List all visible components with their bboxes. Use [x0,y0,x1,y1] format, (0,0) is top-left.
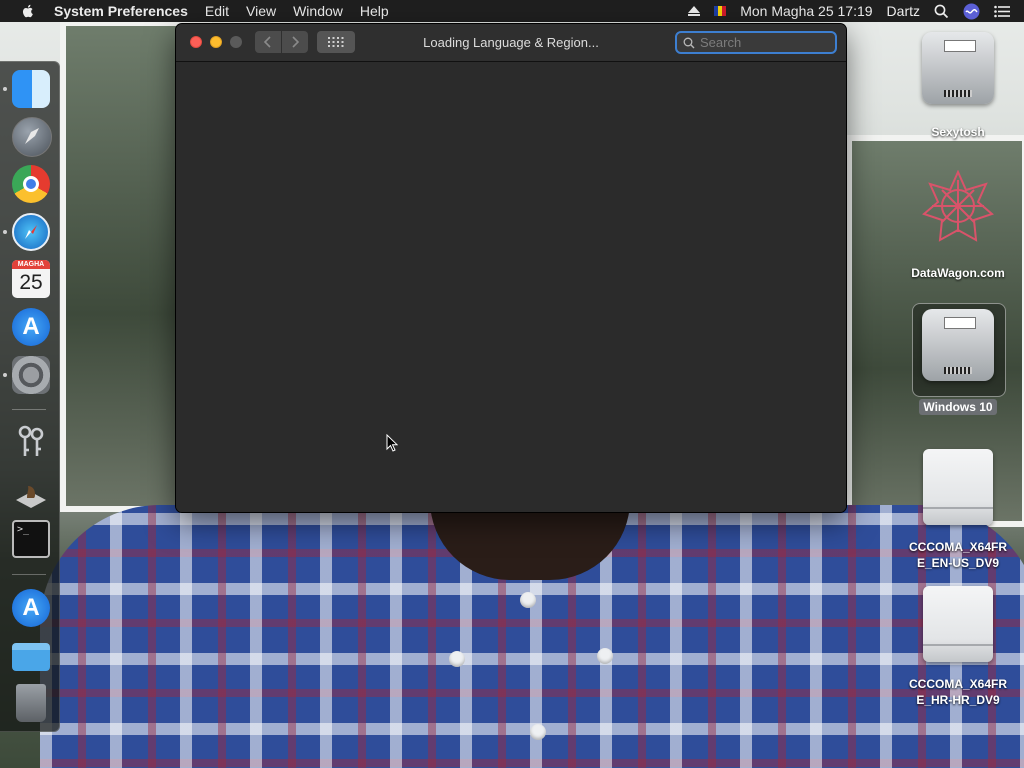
search-input[interactable] [700,35,820,50]
removable-drive-icon [923,449,993,525]
dock-app-store-icon[interactable]: A [12,308,50,346]
desktop-icon-cccoma-hr-hr[interactable]: CCCOMA_X64FRE_HR-HR_DV9 [898,586,1018,708]
dock-chess-icon[interactable] [12,472,50,510]
dock-launchpad-icon[interactable] [12,117,52,157]
wallpaper-shirt-button [530,724,546,740]
spotlight-search-icon[interactable] [934,4,949,19]
back-button[interactable] [255,31,281,53]
datawagon-logo-icon [922,169,994,242]
mouse-pointer-icon [386,434,398,452]
chevron-right-icon [292,36,300,48]
siri-icon[interactable] [963,3,980,20]
wallpaper-shirt-button [449,651,465,667]
window-close-button[interactable] [190,36,202,48]
desktop-icon-label: Windows 10 [919,399,997,415]
menu-clock[interactable]: Mon Magha 25 17:19 [740,3,872,19]
dock-folder-icon[interactable] [12,643,50,671]
search-icon [683,37,695,48]
preference-pane-content [176,62,846,512]
hard-drive-icon [922,32,994,104]
dock-finder-icon[interactable] [12,70,50,108]
dock: MAGHA 25 A >_ A [0,61,60,732]
calendar-month: MAGHA [12,260,50,269]
calendar-day: 25 [19,271,43,294]
dock-running-indicator [3,87,7,91]
desktop-icon-label-wrap: Windows 10 [898,399,1018,415]
grid-icon [328,37,344,47]
desktop-icon-datawagon[interactable]: DataWagon.com [898,169,1018,281]
removable-drive-icon [923,586,993,662]
menu-bar: System Preferences Edit View Window Help… [0,0,1024,22]
wallpaper-shirt-button [520,592,536,608]
dock-system-preferences-icon[interactable] [12,356,50,394]
dock-safari-icon[interactable] [12,213,50,251]
terminal-prompt: >_ [17,524,30,535]
hard-drive-icon [922,309,994,381]
chevron-left-icon [263,36,271,48]
desktop-icon-sexytosh[interactable]: Sexytosh [898,32,1018,140]
dock-keychain-access-icon[interactable] [12,422,50,460]
window-minimize-button[interactable] [210,36,222,48]
show-all-button[interactable] [317,31,355,53]
desktop-icon-label: CCCOMA_X64FRE_HR-HR_DV9 [908,677,1007,707]
desktop-icon-label: CCCOMA_X64FRE_EN-US_DV9 [908,540,1007,570]
window-title: Loading Language & Region... [423,35,599,50]
menu-edit[interactable]: Edit [205,3,229,19]
desktop-icon-windows-10[interactable]: Windows 10 [898,309,1018,415]
dock-trash-icon[interactable] [16,684,46,722]
wallpaper-shirt-button [597,648,613,664]
apple-menu-icon[interactable] [20,3,36,19]
menu-view[interactable]: View [246,3,276,19]
eject-icon[interactable] [688,5,701,16]
dock-chrome-icon[interactable] [12,165,50,203]
notification-center-icon[interactable] [994,5,1010,18]
menu-help[interactable]: Help [360,3,389,19]
dock-separator [12,574,46,575]
menu-user[interactable]: Dartz [887,3,920,19]
dock-running-indicator [3,373,7,377]
desktop-icon-label: DataWagon.com [911,266,1005,280]
system-preferences-window: Loading Language & Region... [176,24,846,512]
desktop-icon-label: Sexytosh [931,125,985,139]
dock-downloads-app-store-icon[interactable]: A [12,589,50,627]
dock-separator [12,409,46,410]
forward-button[interactable] [282,31,308,53]
dock-running-indicator [3,230,7,234]
menu-bar-status-area: Mon Magha 25 17:19 Dartz [688,0,1024,22]
desktop-icon-cccoma-en-us[interactable]: CCCOMA_X64FRE_EN-US_DV9 [898,449,1018,571]
menu-window[interactable]: Window [293,3,343,19]
menu-app-name[interactable]: System Preferences [54,3,188,19]
dock-calendar-icon[interactable]: MAGHA 25 [12,260,50,298]
input-source-flag-icon[interactable] [714,6,727,16]
window-toolbar: Loading Language & Region... [176,24,846,62]
window-zoom-button [230,36,242,48]
search-field[interactable] [675,31,837,54]
dock-terminal-icon[interactable]: >_ [12,520,50,558]
